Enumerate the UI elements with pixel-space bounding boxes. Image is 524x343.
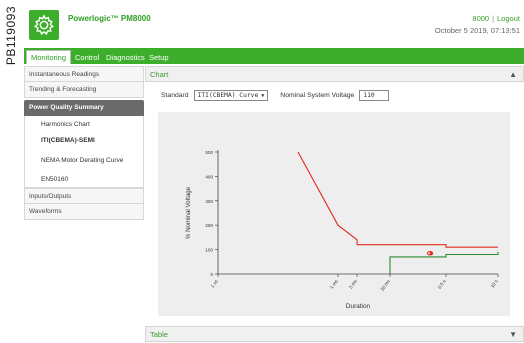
sidebar-item-iti-cbema[interactable]: ITI(CBEMA)-SEMI bbox=[24, 132, 144, 148]
series-line-0 bbox=[297, 151, 498, 248]
event-marker-highlight bbox=[427, 252, 431, 255]
header: Powerlogic™ PM8000 8000 | Logout October 5… bbox=[24, 0, 524, 48]
sidebar: Instantaneous Readings Trending & Foreca… bbox=[24, 66, 144, 220]
tab-setup[interactable]: Setup bbox=[145, 50, 173, 64]
main-nav: Monitoring Control Diagnostics Setup bbox=[24, 48, 524, 64]
y-tick-label: 0 bbox=[210, 272, 213, 277]
tab-monitoring[interactable]: Monitoring bbox=[26, 50, 72, 64]
chevron-up-icon[interactable]: ▲ bbox=[509, 70, 517, 79]
x-tick-label: 1 ms bbox=[329, 278, 339, 290]
iti-cbema-chart: 0 100 200 300 400 500 1 us 1 ms 3 ms 20 ms 0.5 s 10… bbox=[158, 112, 510, 316]
y-tick-label: 200 bbox=[205, 223, 213, 228]
table-panel-header[interactable]: Table ▼ bbox=[145, 326, 524, 342]
y-tick-label: 500 bbox=[205, 150, 213, 155]
y-axis-label: % Nominal Voltage bbox=[185, 186, 192, 239]
chart-controls: Standard ITI(CBEMA) Curve ▼ Nominal Syst… bbox=[161, 90, 390, 101]
sidebar-item-en50160[interactable]: EN50160 bbox=[24, 172, 144, 188]
table-panel: Table ▼ bbox=[145, 326, 524, 342]
document-code-text: PB119093 bbox=[4, 6, 18, 66]
y-tick-label: 400 bbox=[205, 174, 213, 179]
standard-select[interactable]: ITI(CBEMA) Curve ▼ bbox=[193, 90, 269, 101]
x-tick-label: 20 ms bbox=[380, 278, 392, 292]
table-panel-title: Table bbox=[150, 329, 168, 339]
sidebar-item-trending-forecasting[interactable]: Trending & Forecasting bbox=[24, 82, 144, 98]
header-status: 8000 | Logout October 5 2019, 07:13:51 bbox=[435, 13, 520, 37]
app-title: Powerlogic™ PM8000 bbox=[68, 14, 151, 23]
select-arrow-icon: ▼ bbox=[261, 92, 265, 99]
x-axis-label: Duration bbox=[346, 303, 371, 310]
chart-panel-header[interactable]: Chart ▲ bbox=[145, 66, 524, 82]
tab-control[interactable]: Control bbox=[71, 50, 103, 64]
series-line-1 bbox=[389, 252, 499, 274]
nominal-voltage-label: Nominal System Voltage bbox=[280, 92, 355, 99]
logout-link[interactable]: Logout bbox=[497, 14, 520, 23]
x-tick-label: 1 us bbox=[210, 278, 219, 289]
tab-diagnostics[interactable]: Diagnostics bbox=[102, 50, 149, 64]
nominal-voltage-input[interactable]: 110 bbox=[359, 90, 390, 101]
y-tick-label: 300 bbox=[205, 199, 213, 204]
gear-icon bbox=[34, 14, 54, 35]
app-window: Powerlogic™ PM8000 8000 | Logout October 5… bbox=[24, 0, 524, 343]
device-name: 8000 bbox=[472, 14, 490, 23]
sidebar-item-harmonics-chart[interactable]: Harmonics Chart bbox=[24, 116, 144, 132]
document-code-label: PB119093 bbox=[0, 0, 22, 343]
header-datetime: October 5 2019, 07:13:51 bbox=[434, 26, 520, 35]
sidebar-section-power-quality[interactable]: Power Quality Summary bbox=[24, 100, 144, 116]
main-content: Chart ▲ Standard ITI(CBEMA) Curve ▼ Nomi… bbox=[145, 66, 524, 316]
chart-panel-title: Chart bbox=[150, 69, 169, 79]
nominal-voltage-value: 110 bbox=[363, 92, 375, 99]
y-tick-label: 100 bbox=[205, 248, 213, 253]
x-tick-label: 0.5 s bbox=[437, 278, 447, 290]
x-tick-label: 10 s bbox=[490, 278, 499, 289]
sidebar-item-nema-motor-derating[interactable]: NEMA Motor Derating Curve bbox=[24, 148, 144, 172]
header-separator: | bbox=[492, 14, 495, 23]
sidebar-item-inputs-outputs[interactable]: Inputs/Outputs bbox=[24, 188, 144, 204]
x-tick-label: 3 ms bbox=[348, 278, 358, 290]
chart-svg: 0 100 200 300 400 500 1 us 1 ms 3 ms 20 ms 0.5 s 10… bbox=[185, 150, 499, 310]
standard-select-value: ITI(CBEMA) Curve bbox=[197, 92, 259, 99]
standard-label: Standard bbox=[161, 92, 189, 99]
chevron-down-icon[interactable]: ▼ bbox=[509, 330, 517, 339]
app-logo bbox=[29, 10, 59, 40]
sidebar-item-instantaneous-readings[interactable]: Instantaneous Readings bbox=[24, 66, 144, 82]
sidebar-item-waveforms[interactable]: Waveforms bbox=[24, 204, 144, 220]
